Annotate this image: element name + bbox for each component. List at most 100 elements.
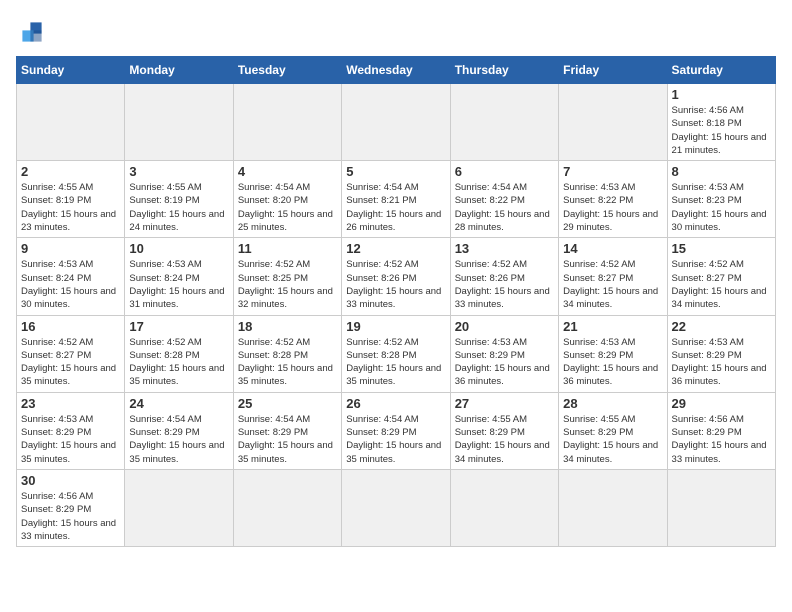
day-number-22: 22 <box>672 319 771 334</box>
day-5: 5 Sunrise: 4:54 AM Sunset: 8:21 PM Daylig… <box>342 161 450 238</box>
day-number-5: 5 <box>346 164 445 179</box>
week-row-4: 16 Sunrise: 4:52 AM Sunset: 8:27 PM Dayli… <box>17 315 776 392</box>
day-info-7: Sunrise: 4:53 AM Sunset: 8:22 PM Dayligh… <box>563 181 662 234</box>
day-number-7: 7 <box>563 164 662 179</box>
day-info-5: Sunrise: 4:54 AM Sunset: 8:21 PM Dayligh… <box>346 181 445 234</box>
day-number-15: 15 <box>672 241 771 256</box>
day-21: 21Sunrise: 4:53 AM Sunset: 8:29 PM Dayli… <box>559 315 667 392</box>
empty-cell <box>125 84 233 161</box>
day-14: 14 Sunrise: 4:52 AM Sunset: 8:27 PM Dayli… <box>559 238 667 315</box>
day-number-21: 21 <box>563 319 662 334</box>
header-sunday: Sunday <box>17 57 125 84</box>
day-26: 26Sunrise: 4:54 AM Sunset: 8:29 PM Dayli… <box>342 392 450 469</box>
day-number-24: 24 <box>129 396 228 411</box>
day-25: 25 Sunrise: 4:54 AM Sunset: 8:29 PM Dayli… <box>233 392 341 469</box>
day-22: 22 Sunrise: 4:53 AM Sunset: 8:29 PM Dayli… <box>667 315 775 392</box>
day-2: 2Sunrise: 4:55 AM Sunset: 8:19 PM Daylig… <box>17 161 125 238</box>
empty-cell <box>17 84 125 161</box>
day-info-20: Sunrise: 4:53 AM Sunset: 8:29 PM Dayligh… <box>455 336 554 389</box>
day-13: 13 Sunrise: 4:52 AM Sunset: 8:26 PM Dayli… <box>450 238 558 315</box>
header-monday: Monday <box>125 57 233 84</box>
day-info-25: Sunrise: 4:54 AM Sunset: 8:29 PM Dayligh… <box>238 413 337 466</box>
day-12: 12Sunrise: 4:52 AM Sunset: 8:26 PM Dayli… <box>342 238 450 315</box>
day-10: 10Sunrise: 4:53 AM Sunset: 8:24 PM Dayli… <box>125 238 233 315</box>
day-info-26: Sunrise: 4:54 AM Sunset: 8:29 PM Dayligh… <box>346 413 445 466</box>
day-27: 27Sunrise: 4:55 AM Sunset: 8:29 PM Dayli… <box>450 392 558 469</box>
day-info-14: Sunrise: 4:52 AM Sunset: 8:27 PM Dayligh… <box>563 258 662 311</box>
day-6: 6 Sunrise: 4:54 AM Sunset: 8:22 PM Daylig… <box>450 161 558 238</box>
day-info-27: Sunrise: 4:55 AM Sunset: 8:29 PM Dayligh… <box>455 413 554 466</box>
day-info-13: Sunrise: 4:52 AM Sunset: 8:26 PM Dayligh… <box>455 258 554 311</box>
empty-cell <box>667 469 775 546</box>
day-number-3: 3 <box>129 164 228 179</box>
day-number-8: 8 <box>672 164 771 179</box>
day-29: 29Sunrise: 4:56 AM Sunset: 8:29 PM Dayli… <box>667 392 775 469</box>
day-info-16: Sunrise: 4:52 AM Sunset: 8:27 PM Dayligh… <box>21 336 120 389</box>
day-info-1: Sunrise: 4:56 AM Sunset: 8:18 PM Dayligh… <box>672 104 771 157</box>
day-number-20: 20 <box>455 319 554 334</box>
day-number-25: 25 <box>238 396 337 411</box>
day-number-1: 1 <box>672 87 771 102</box>
day-20: 20 Sunrise: 4:53 AM Sunset: 8:29 PM Dayli… <box>450 315 558 392</box>
day-8: 8 Sunrise: 4:53 AM Sunset: 8:23 PM Daylig… <box>667 161 775 238</box>
day-9: 9Sunrise: 4:53 AM Sunset: 8:24 PM Daylig… <box>17 238 125 315</box>
header-wednesday: Wednesday <box>342 57 450 84</box>
day-info-18: Sunrise: 4:52 AM Sunset: 8:28 PM Dayligh… <box>238 336 337 389</box>
day-number-11: 11 <box>238 241 337 256</box>
empty-cell <box>125 469 233 546</box>
generalblue-logo-icon <box>16 16 48 48</box>
empty-cell <box>342 469 450 546</box>
day-23: 23Sunrise: 4:53 AM Sunset: 8:29 PM Dayli… <box>17 392 125 469</box>
day-number-4: 4 <box>238 164 337 179</box>
day-3: 3 Sunrise: 4:55 AM Sunset: 8:19 PM Daylig… <box>125 161 233 238</box>
week-row-2: 2 Sunrise: 4:55 AM Sunset: 8:19 PM Daylig… <box>17 161 776 238</box>
day-number-17: 17 <box>129 319 228 334</box>
day-30: 30Sunrise: 4:56 AM Sunset: 8:29 PM Dayli… <box>17 469 125 546</box>
day-number-6: 6 <box>455 164 554 179</box>
week-row-5: 23Sunrise: 4:53 AM Sunset: 8:29 PM Dayli… <box>17 392 776 469</box>
day-info-11: Sunrise: 4:52 AM Sunset: 8:25 PM Dayligh… <box>238 258 337 311</box>
day-number-23: 23 <box>21 396 120 411</box>
day-number-13: 13 <box>455 241 554 256</box>
day-info-9: Sunrise: 4:53 AM Sunset: 8:24 PM Dayligh… <box>21 258 120 311</box>
day-info-24: Sunrise: 4:54 AM Sunset: 8:29 PM Dayligh… <box>129 413 228 466</box>
day-info-19: Sunrise: 4:52 AM Sunset: 8:28 PM Dayligh… <box>346 336 445 389</box>
day-info-29: Sunrise: 4:56 AM Sunset: 8:29 PM Dayligh… <box>672 413 771 466</box>
calendar-table: SundayMondayTuesdayWednesdayThursdayFrid… <box>16 56 776 547</box>
logo <box>16 16 52 48</box>
day-17: 17 Sunrise: 4:52 AM Sunset: 8:28 PM Dayli… <box>125 315 233 392</box>
day-info-4: Sunrise: 4:54 AM Sunset: 8:20 PM Dayligh… <box>238 181 337 234</box>
day-info-17: Sunrise: 4:52 AM Sunset: 8:28 PM Dayligh… <box>129 336 228 389</box>
week-row-3: 9Sunrise: 4:53 AM Sunset: 8:24 PM Daylig… <box>17 238 776 315</box>
day-24: 24 Sunrise: 4:54 AM Sunset: 8:29 PM Dayli… <box>125 392 233 469</box>
week-row-1: 1 Sunrise: 4:56 AM Sunset: 8:18 PM Daylig… <box>17 84 776 161</box>
header-thursday: Thursday <box>450 57 558 84</box>
day-info-15: Sunrise: 4:52 AM Sunset: 8:27 PM Dayligh… <box>672 258 771 311</box>
day-number-18: 18 <box>238 319 337 334</box>
day-number-14: 14 <box>563 241 662 256</box>
empty-cell <box>559 469 667 546</box>
day-info-22: Sunrise: 4:53 AM Sunset: 8:29 PM Dayligh… <box>672 336 771 389</box>
day-number-2: 2 <box>21 164 120 179</box>
day-number-16: 16 <box>21 319 120 334</box>
empty-cell <box>450 84 558 161</box>
day-4: 4 Sunrise: 4:54 AM Sunset: 8:20 PM Daylig… <box>233 161 341 238</box>
weekday-header-row: SundayMondayTuesdayWednesdayThursdayFrid… <box>17 57 776 84</box>
day-7: 7 Sunrise: 4:53 AM Sunset: 8:22 PM Daylig… <box>559 161 667 238</box>
day-18: 18 Sunrise: 4:52 AM Sunset: 8:28 PM Dayli… <box>233 315 341 392</box>
page-header <box>16 16 776 48</box>
day-info-8: Sunrise: 4:53 AM Sunset: 8:23 PM Dayligh… <box>672 181 771 234</box>
day-info-6: Sunrise: 4:54 AM Sunset: 8:22 PM Dayligh… <box>455 181 554 234</box>
empty-cell <box>233 84 341 161</box>
day-15: 15 Sunrise: 4:52 AM Sunset: 8:27 PM Dayli… <box>667 238 775 315</box>
day-number-10: 10 <box>129 241 228 256</box>
day-28: 28 Sunrise: 4:55 AM Sunset: 8:29 PM Dayli… <box>559 392 667 469</box>
day-info-28: Sunrise: 4:55 AM Sunset: 8:29 PM Dayligh… <box>563 413 662 466</box>
day-number-28: 28 <box>563 396 662 411</box>
header-tuesday: Tuesday <box>233 57 341 84</box>
week-row-6: 30Sunrise: 4:56 AM Sunset: 8:29 PM Dayli… <box>17 469 776 546</box>
day-info-30: Sunrise: 4:56 AM Sunset: 8:29 PM Dayligh… <box>21 490 120 543</box>
empty-cell <box>559 84 667 161</box>
day-info-3: Sunrise: 4:55 AM Sunset: 8:19 PM Dayligh… <box>129 181 228 234</box>
day-11: 11 Sunrise: 4:52 AM Sunset: 8:25 PM Dayli… <box>233 238 341 315</box>
